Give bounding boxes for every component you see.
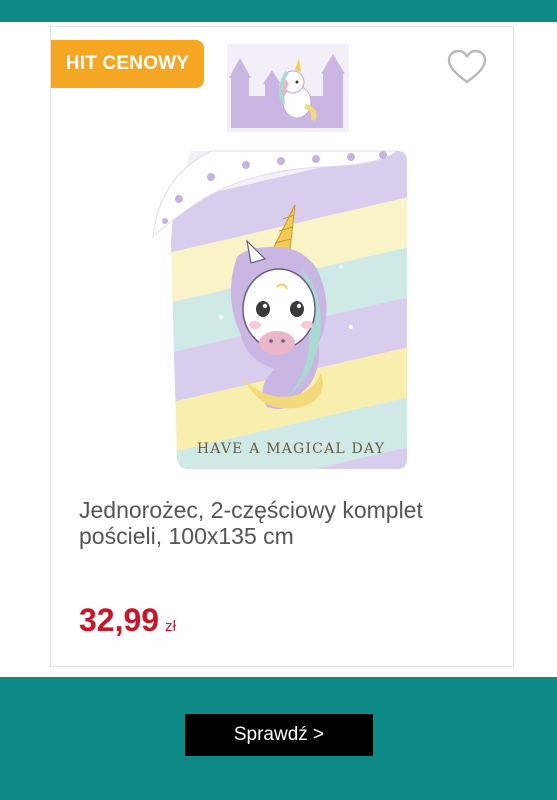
price-hit-badge: HIT CENOWY (51, 40, 204, 88)
price: 32,99 zł (79, 602, 176, 639)
duvet-cover-image: HAVE A MAGICAL DAY (152, 150, 407, 469)
check-button[interactable]: Sprawdź > (185, 714, 373, 756)
price-value: 32,99 (79, 602, 160, 638)
print-slogan: HAVE A MAGICAL DAY (197, 441, 385, 457)
pillowcase-image (227, 44, 349, 132)
price-currency: zł (165, 618, 176, 635)
top-banner (0, 0, 557, 22)
product-title[interactable]: Jednorożec, 2-częściowy komplet pościeli… (79, 497, 489, 549)
heart-icon[interactable] (447, 49, 487, 85)
product-card[interactable]: HIT CENOWY HAVE A MAGICAL DAY Jednorożec… (50, 26, 514, 667)
